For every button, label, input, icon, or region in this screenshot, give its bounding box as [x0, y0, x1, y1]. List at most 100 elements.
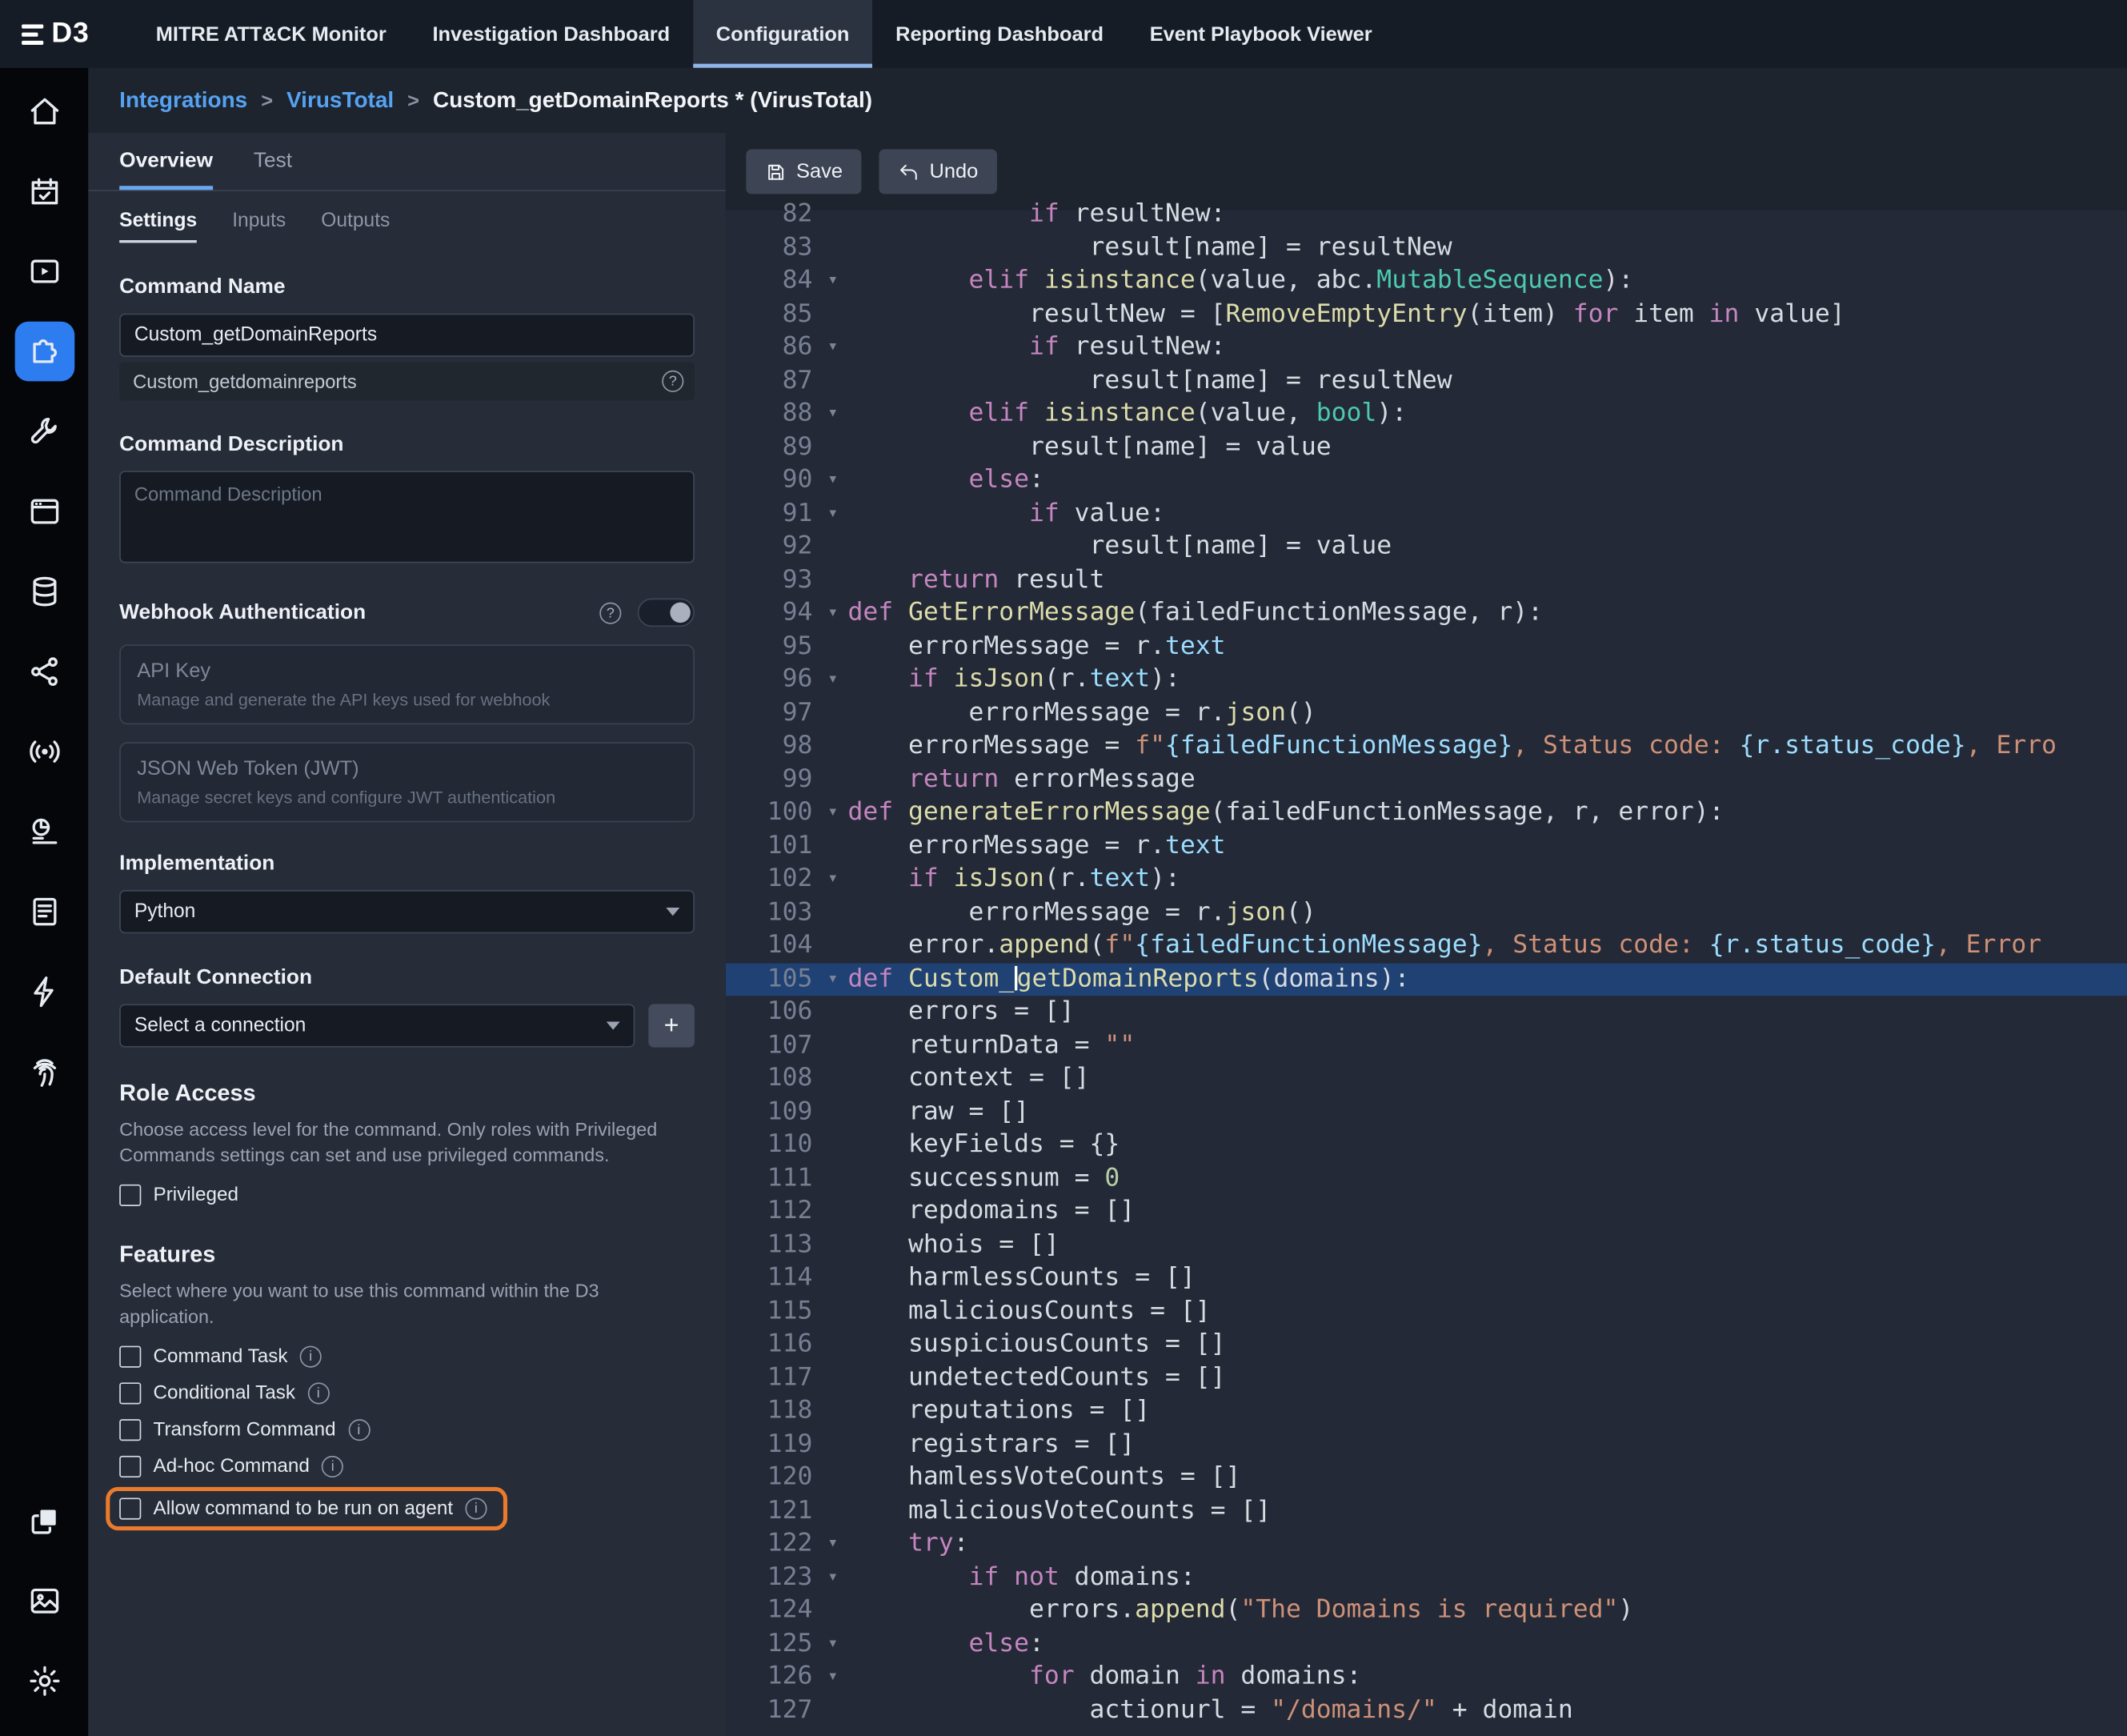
feature-transform-command[interactable]: Transform Command i [119, 1418, 695, 1440]
sidebar-broadcast-icon[interactable] [0, 711, 88, 791]
breadcrumb-virustotal[interactable]: VirusTotal [286, 87, 394, 113]
nav-configuration[interactable]: Configuration [693, 0, 872, 68]
code-line-98[interactable]: 98errorMessage = f"{failedFunctionMessag… [726, 730, 2127, 764]
code-line-114[interactable]: 114harmlessCounts = [] [726, 1261, 2127, 1295]
code-line-82[interactable]: 82if resultNew: [726, 198, 2127, 231]
privileged-checkbox[interactable] [119, 1185, 141, 1206]
feature-adhoc-command[interactable]: Ad-hoc Command i [119, 1455, 695, 1477]
tab-test[interactable]: Test [254, 149, 292, 190]
subtab-inputs[interactable]: Inputs [232, 210, 286, 243]
jwt-card[interactable]: JSON Web Token (JWT) Manage secret keys … [119, 742, 695, 822]
code-line-120[interactable]: 120hamlessVoteCounts = [] [726, 1461, 2127, 1495]
code-line-88[interactable]: 88▾elif isinstance(value, bool): [726, 398, 2127, 431]
code-line-110[interactable]: 110keyFields = {} [726, 1129, 2127, 1162]
sidebar-calendar-icon[interactable] [0, 150, 88, 231]
code-line-123[interactable]: 123▾if not domains: [726, 1561, 2127, 1594]
code-line-85[interactable]: 85resultNew = [RemoveEmptyEntry(item) fo… [726, 298, 2127, 331]
info-icon[interactable]: i [322, 1455, 343, 1477]
code-line-116[interactable]: 116suspiciousCounts = [] [726, 1329, 2127, 1362]
code-line-126[interactable]: 126▾for domain in domains: [726, 1661, 2127, 1694]
fold-arrow-icon[interactable]: ▾ [818, 1561, 847, 1594]
sidebar-database-icon[interactable] [0, 551, 88, 631]
adhoc-command-checkbox[interactable] [119, 1455, 141, 1477]
code-line-124[interactable]: 124errors.append("The Domains is require… [726, 1594, 2127, 1628]
info-icon[interactable]: i [348, 1418, 370, 1440]
code-line-121[interactable]: 121maliciousVoteCounts = [] [726, 1494, 2127, 1528]
conditional-task-checkbox[interactable] [119, 1382, 141, 1404]
save-button[interactable]: Save [746, 149, 861, 194]
add-connection-button[interactable]: + [648, 1004, 695, 1047]
code-line-108[interactable]: 108context = [] [726, 1062, 2127, 1096]
code-line-102[interactable]: 102▾if isJson(r.text): [726, 863, 2127, 896]
code-line-92[interactable]: 92result[name] = value [726, 531, 2127, 564]
command-name-input[interactable]: Custom_getDomainReports [119, 314, 695, 357]
sidebar-puzzle-icon[interactable] [0, 311, 88, 391]
sidebar-wrench-icon[interactable] [0, 391, 88, 471]
d3-logo[interactable]: D3 [0, 0, 114, 68]
code-line-106[interactable]: 106errors = [] [726, 996, 2127, 1029]
info-icon[interactable]: i [300, 1345, 322, 1367]
sidebar-share-icon[interactable] [0, 631, 88, 711]
fold-arrow-icon[interactable]: ▾ [818, 1528, 847, 1562]
sidebar-document-icon[interactable] [0, 871, 88, 951]
sidebar-home-icon[interactable] [0, 70, 88, 150]
code-line-118[interactable]: 118reputations = [] [726, 1395, 2127, 1429]
code-line-90[interactable]: 90▾else: [726, 464, 2127, 498]
fold-arrow-icon[interactable]: ▾ [818, 1627, 847, 1661]
code-line-105[interactable]: 105▾def Custom_getDomainReports(domains)… [726, 963, 2127, 996]
sidebar-window-icon[interactable] [0, 471, 88, 551]
sidebar-copy-icon[interactable] [0, 1480, 88, 1560]
code-line-83[interactable]: 83result[name] = resultNew [726, 231, 2127, 265]
sidebar-gear-icon[interactable] [0, 1640, 88, 1720]
sidebar-lightning-icon[interactable] [0, 951, 88, 1031]
code-line-97[interactable]: 97errorMessage = r.json() [726, 696, 2127, 730]
code-line-113[interactable]: 113whois = [] [726, 1229, 2127, 1262]
allow-run-on-agent-checkbox[interactable] [119, 1497, 141, 1519]
help-icon[interactable]: ? [599, 602, 621, 623]
default-connection-select[interactable]: Select a connection [119, 1004, 635, 1047]
code-line-125[interactable]: 125▾else: [726, 1627, 2127, 1661]
code-line-99[interactable]: 99return errorMessage [726, 764, 2127, 797]
code-line-115[interactable]: 115maliciousCounts = [] [726, 1295, 2127, 1329]
fold-arrow-icon[interactable]: ▾ [818, 664, 847, 697]
subtab-settings[interactable]: Settings [119, 210, 197, 243]
code-line-100[interactable]: 100▾def generateErrorMessage(failedFunct… [726, 796, 2127, 830]
nav-mitre-attck-monitor[interactable]: MITRE ATT&CK Monitor [133, 0, 410, 68]
fold-arrow-icon[interactable]: ▾ [818, 863, 847, 896]
code-line-87[interactable]: 87result[name] = resultNew [726, 364, 2127, 398]
tab-overview[interactable]: Overview [119, 149, 213, 190]
code-line-89[interactable]: 89result[name] = value [726, 431, 2127, 464]
code-line-122[interactable]: 122▾try: [726, 1528, 2127, 1562]
info-icon[interactable]: i [307, 1382, 329, 1404]
implementation-select[interactable]: Python [119, 890, 695, 933]
code-line-117[interactable]: 117undetectedCounts = [] [726, 1361, 2127, 1395]
fold-arrow-icon[interactable]: ▾ [818, 497, 847, 531]
transform-command-checkbox[interactable] [119, 1418, 141, 1440]
feature-command-task[interactable]: Command Task i [119, 1345, 695, 1367]
code-line-107[interactable]: 107returnData = "" [726, 1029, 2127, 1063]
code-line-94[interactable]: 94▾def GetErrorMessage(failedFunctionMes… [726, 597, 2127, 631]
sidebar-video-icon[interactable] [0, 231, 88, 311]
code-line-101[interactable]: 101errorMessage = r.text [726, 830, 2127, 864]
help-icon[interactable]: ? [662, 371, 683, 392]
fold-arrow-icon[interactable]: ▾ [818, 398, 847, 431]
code-line-111[interactable]: 111successnum = 0 [726, 1162, 2127, 1196]
nav-event-playbook-viewer[interactable]: Event Playbook Viewer [1127, 0, 1396, 68]
nav-investigation-dashboard[interactable]: Investigation Dashboard [410, 0, 693, 68]
code-line-127[interactable]: 127actionurl = "/domains/" + domain [726, 1694, 2127, 1727]
sidebar-fingerprint-icon[interactable] [0, 1031, 88, 1111]
sidebar-report-icon[interactable] [0, 791, 88, 871]
code-line-109[interactable]: 109raw = [] [726, 1096, 2127, 1129]
command-task-checkbox[interactable] [119, 1345, 141, 1367]
feature-conditional-task[interactable]: Conditional Task i [119, 1382, 695, 1404]
code-line-96[interactable]: 96▾if isJson(r.text): [726, 664, 2127, 697]
code-line-91[interactable]: 91▾if value: [726, 497, 2127, 531]
info-icon[interactable]: i [465, 1497, 487, 1519]
sidebar-media-icon[interactable] [0, 1560, 88, 1640]
code-line-95[interactable]: 95errorMessage = r.text [726, 630, 2127, 664]
subtab-outputs[interactable]: Outputs [321, 210, 390, 243]
fold-arrow-icon[interactable]: ▾ [818, 331, 847, 365]
undo-button[interactable]: Undo [879, 149, 997, 194]
code-line-84[interactable]: 84▾elif isinstance(value, abc.MutableSeq… [726, 265, 2127, 299]
breadcrumb-integrations[interactable]: Integrations [119, 87, 247, 113]
